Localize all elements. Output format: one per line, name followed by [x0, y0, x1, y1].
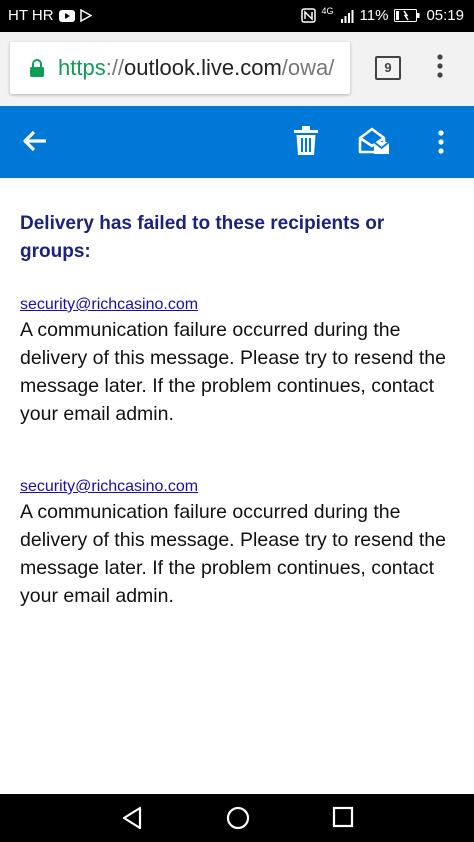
tab-switcher-button[interactable]: 9	[375, 56, 401, 80]
failure-message: A communication failure occurred during …	[20, 319, 446, 425]
battery-charging-icon	[394, 9, 420, 22]
url-scheme: https	[58, 55, 106, 80]
failure-message: A communication failure occurred during …	[20, 501, 446, 607]
failure-heading: Delivery has failed to these recipients …	[20, 213, 385, 262]
url-host: outlook.live.com	[124, 55, 282, 80]
status-bar: HT HR 4G 11% 05:19	[0, 0, 474, 32]
network-type-label: 4G	[321, 5, 334, 16]
failure-item: security@richcasino.com A communication …	[20, 294, 460, 428]
message-body: Delivery has failed to these recipients …	[20, 210, 460, 610]
recipient-email-link[interactable]: security@richcasino.com	[20, 294, 460, 316]
trash-icon[interactable]	[294, 126, 318, 156]
lock-icon	[30, 59, 44, 77]
carrier-label: HT HR	[8, 7, 54, 24]
signal-icon	[340, 9, 354, 23]
nav-back-icon[interactable]	[121, 806, 143, 830]
youtube-icon	[58, 9, 75, 22]
back-arrow-icon[interactable]	[22, 130, 48, 152]
app-bar	[0, 106, 474, 178]
mark-unread-icon[interactable]	[358, 126, 390, 158]
url-path: /owa/	[281, 55, 335, 80]
failure-item: security@richcasino.com A communication …	[20, 476, 460, 610]
play-store-icon	[79, 9, 92, 22]
nav-recents-icon[interactable]	[332, 806, 354, 828]
url-text[interactable]: https://outlook.live.com/owa/	[58, 55, 334, 81]
nav-home-icon[interactable]	[226, 806, 250, 830]
browser-menu-icon[interactable]	[437, 54, 443, 78]
battery-percent: 11%	[359, 7, 389, 24]
clock: 05:19	[426, 7, 464, 24]
url-separator: ://	[105, 55, 125, 80]
nfc-icon	[300, 8, 316, 23]
browser-toolbar: https://outlook.live.com/owa/ 9	[0, 32, 474, 106]
url-bar[interactable]: https://outlook.live.com/owa/	[10, 42, 350, 94]
system-nav-bar	[0, 794, 474, 842]
more-options-icon[interactable]	[438, 130, 444, 154]
recipient-email-link[interactable]: security@richcasino.com	[20, 476, 460, 498]
tab-count: 9	[384, 60, 392, 75]
